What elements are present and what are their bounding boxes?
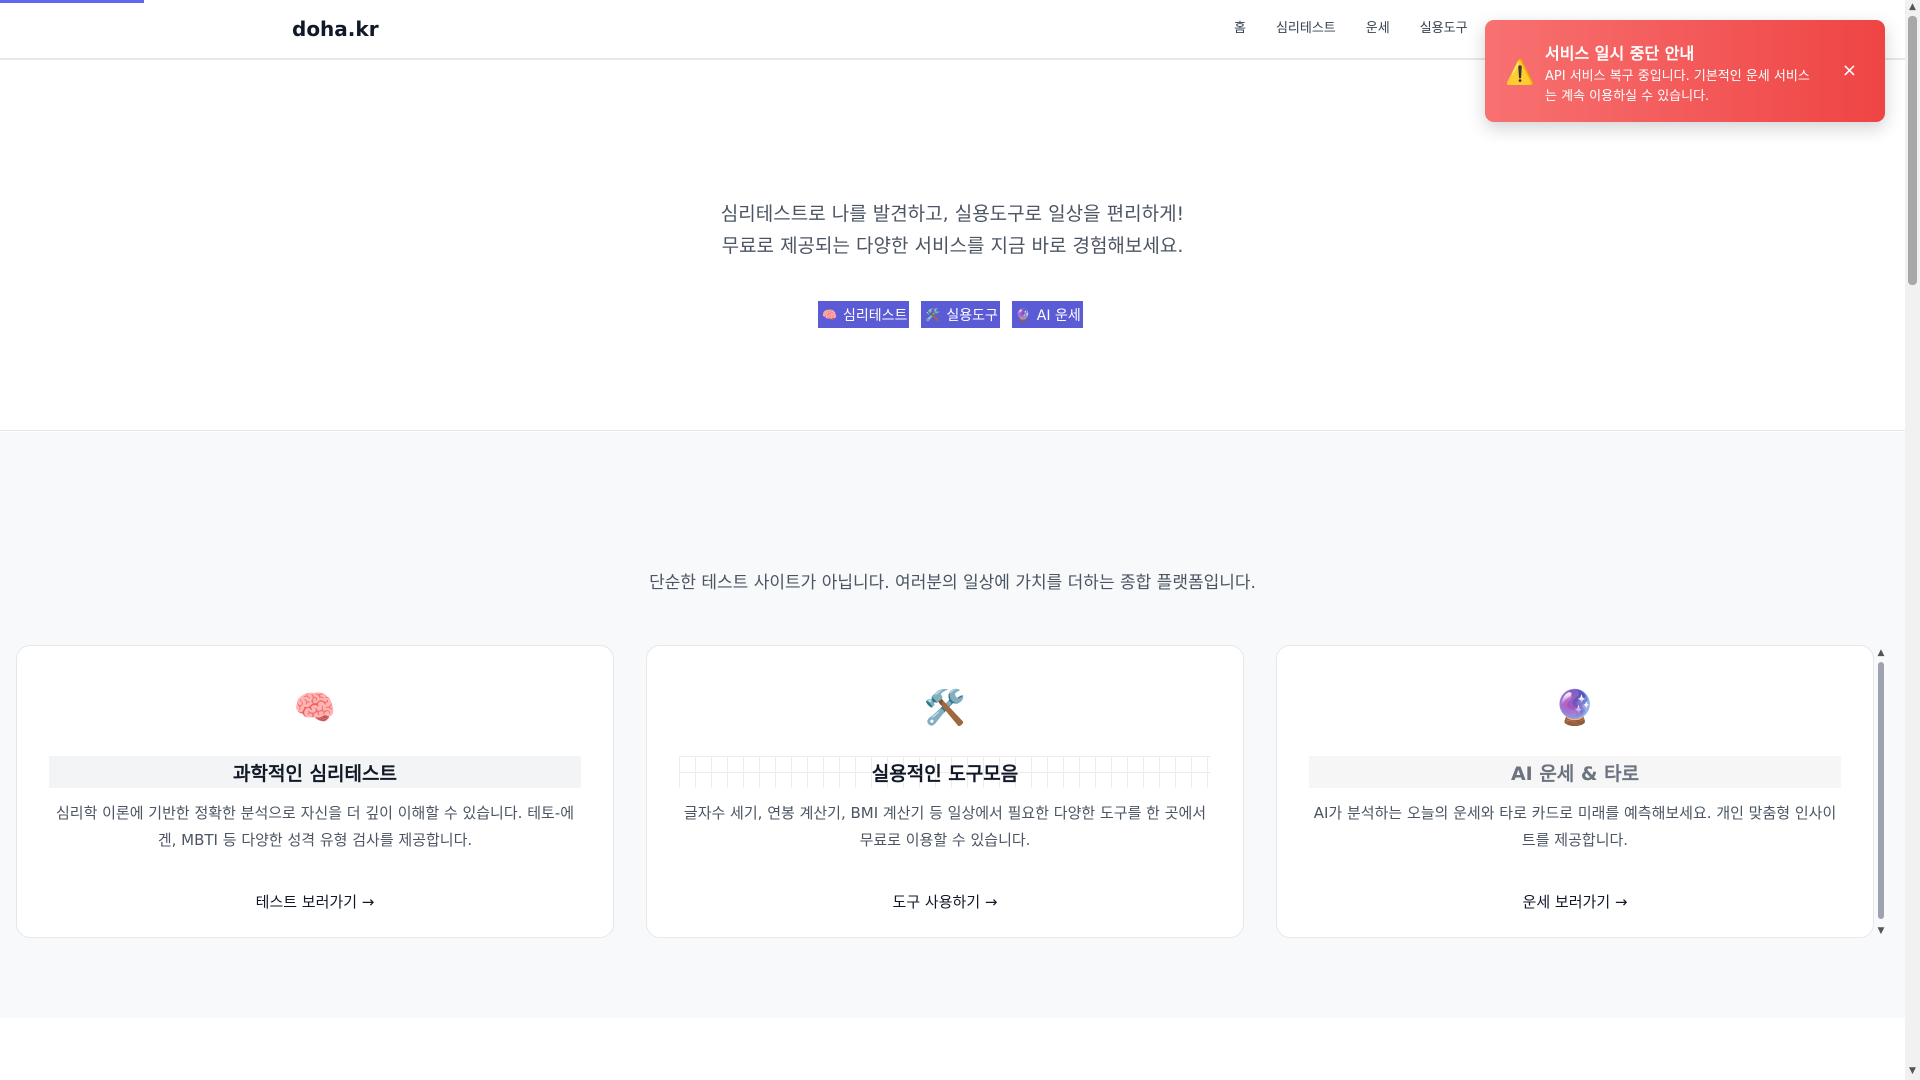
close-icon[interactable]: × (1842, 60, 1857, 81)
hero-button-label: 심리테스트 (842, 307, 908, 324)
hero-tools-button[interactable]: 🛠️ 실용도구 (921, 301, 1000, 328)
use-tools-link[interactable]: 도구 사용하기 → (647, 891, 1243, 912)
page-scrollbar[interactable]: ▲ ▼ (1905, 0, 1920, 1080)
scrollbar-thumb[interactable] (1908, 16, 1917, 285)
site-logo[interactable]: doha.kr (292, 17, 379, 41)
card-text: 심리학 이론에 기반한 정확한 분석으로 자신을 더 깊이 이해할 수 있습니다… (55, 804, 575, 849)
nav-tools[interactable]: 실용도구 (1420, 17, 1468, 36)
crystal-ball-icon: 🔮 (1553, 688, 1597, 728)
hero-button-label: AI 운세 (1036, 307, 1081, 324)
features-section: 단순한 테스트 사이트가 아닙니다. 여러분의 일상에 가치를 더하는 종합 플… (0, 432, 1905, 1018)
card-title-wrap: 실용적인 도구모음 (679, 756, 1211, 788)
card-title-wrap: AI 운세 & 타로 (1309, 756, 1841, 788)
toast-title: 서비스 일시 중단 안내 (1545, 44, 1695, 63)
view-fortune-link[interactable]: 운세 보러가기 → (1277, 891, 1873, 912)
tools-icon: 🛠️ (923, 688, 967, 728)
card-title: AI 운세 & 타로 (1510, 762, 1640, 785)
card-title: 과학적인 심리테스트 (233, 762, 397, 785)
tools-icon: 🛠️ (925, 307, 941, 322)
hero-psych-test-button[interactable]: 🧠 심리테스트 (818, 301, 910, 328)
feature-card-ai-fortune: 🔮 AI 운세 & 타로 AI가 분석하는 오늘의 운세와 타로 카드로 미래를… (1276, 645, 1874, 938)
card-scrollbar[interactable]: ▲ ▼ (1876, 648, 1886, 938)
hero-line-2: 무료로 제공되는 다양한 서비스를 지금 바로 경험해보세요. (721, 235, 1184, 257)
view-tests-link[interactable]: 테스트 보러가기 → (17, 891, 613, 912)
toast-message: API 서비스 복구 중입니다. 기본적인 운세 서비스는 계속 이용하실 수 … (1545, 69, 1810, 104)
nav-home[interactable]: 홈 (1234, 17, 1246, 36)
hero-ai-fortune-button[interactable]: 🔮 AI 운세 (1011, 301, 1083, 328)
hero-button-label: 실용도구 (946, 307, 998, 324)
card-text: 글자수 세기, 연봉 계산기, BMI 계산기 등 일상에서 필요한 다양한 도… (683, 804, 1207, 849)
scroll-up-arrow-icon[interactable]: ▲ (1876, 648, 1886, 658)
brain-icon: 🧠 (293, 688, 337, 728)
card-title-wrap: 과학적인 심리테스트 (49, 756, 581, 788)
crystal-ball-icon: 🔮 (1015, 307, 1031, 322)
scroll-down-arrow-icon[interactable]: ▼ (1876, 926, 1886, 936)
warning-icon: ⚠️ (1505, 58, 1535, 86)
feature-card-tools: 🛠️ 실용적인 도구모음 글자수 세기, 연봉 계산기, BMI 계산기 등 일… (646, 645, 1244, 938)
features-description: 단순한 테스트 사이트가 아닙니다. 여러분의 일상에 가치를 더하는 종합 플… (649, 573, 1256, 593)
card-text: AI가 분석하는 오늘의 운세와 타로 카드로 미래를 예측해보세요. 개인 맞… (1313, 804, 1837, 849)
hero-line-1: 심리테스트로 나를 발견하고, 실용도구로 일상을 편리하게! (720, 203, 1185, 225)
service-outage-toast: ⚠️ 서비스 일시 중단 안내 API 서비스 복구 중입니다. 기본적인 운세… (1485, 20, 1885, 122)
scroll-down-arrow-icon[interactable]: ▼ (1905, 1066, 1920, 1076)
card-title: 실용적인 도구모음 (871, 762, 1019, 785)
brain-icon: 🧠 (822, 307, 837, 322)
hero-buttons: 🧠 심리테스트 🛠️ 실용도구 🔮 AI 운세 (818, 301, 1095, 328)
nav-psych-test[interactable]: 심리테스트 (1276, 17, 1336, 36)
main-nav: 홈 심리테스트 운세 실용도구 (1234, 17, 1498, 36)
feature-card-psych-test: 🧠 과학적인 심리테스트 심리학 이론에 기반한 정확한 분석으로 자신을 더 … (16, 645, 614, 938)
nav-fortune[interactable]: 운세 (1366, 17, 1390, 36)
scroll-up-arrow-icon[interactable]: ▲ (1905, 2, 1920, 12)
scrollbar-thumb[interactable] (1878, 662, 1884, 919)
page-progress-bar (0, 0, 144, 3)
